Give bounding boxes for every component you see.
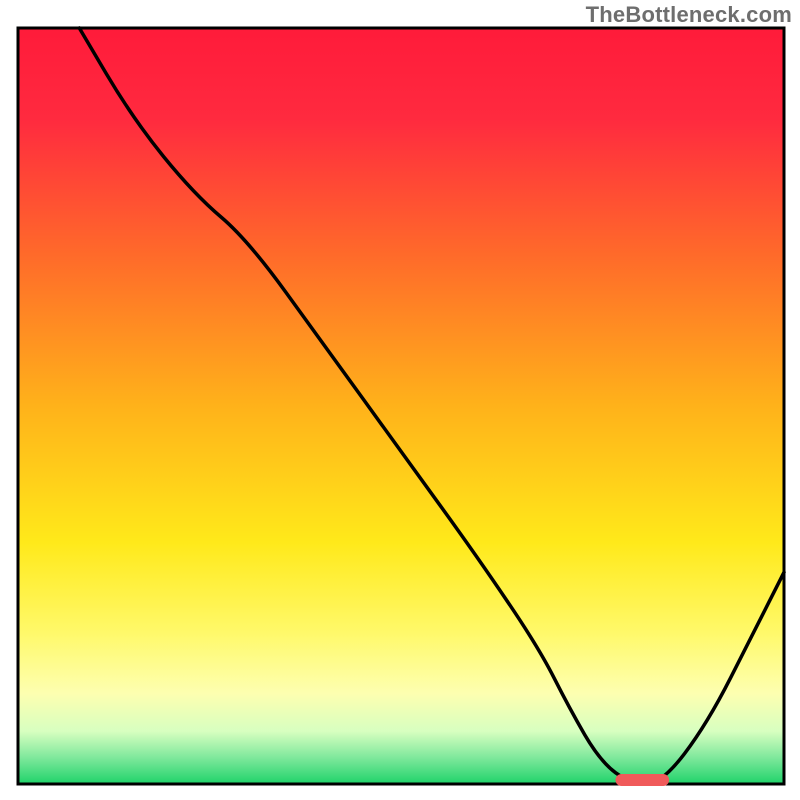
plot-background xyxy=(18,28,784,784)
optimal-range-marker xyxy=(615,774,669,786)
bottleneck-chart-svg xyxy=(0,0,800,800)
chart-frame: TheBottleneck.com xyxy=(0,0,800,800)
